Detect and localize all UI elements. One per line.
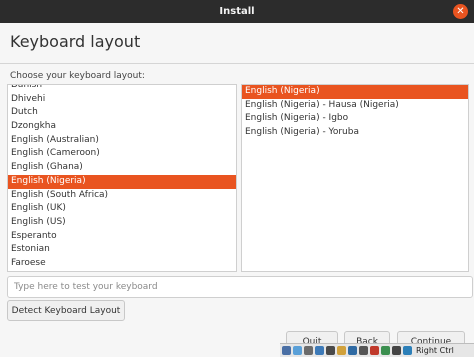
optical-drive-icon[interactable] — [293, 346, 302, 355]
list-item[interactable]: Estonian — [8, 243, 236, 257]
list-item[interactable]: English (South Africa) — [8, 189, 236, 203]
keyboard-variant-items: English (Nigeria) English (Nigeria) - Hau… — [242, 85, 468, 140]
mouse-integration-icon[interactable] — [392, 346, 401, 355]
network-icon[interactable] — [315, 346, 324, 355]
list-item[interactable]: English (Nigeria) — [242, 85, 468, 99]
detect-keyboard-layout-button[interactable]: Detect Keyboard Layout — [7, 300, 125, 321]
audio-icon[interactable] — [304, 346, 313, 355]
cpu-icon[interactable] — [381, 346, 390, 355]
list-item[interactable]: Esperanto — [8, 230, 236, 244]
layout-prompt-label: Choose your keyboard layout: — [10, 71, 145, 81]
window-titlebar: Install ✕ — [0, 0, 474, 23]
list-item[interactable]: English (Nigeria) - Yoruba — [242, 126, 468, 140]
list-item[interactable]: English (Nigeria) - Hausa (Nigeria) — [242, 99, 468, 113]
host-key-label: Right Ctrl — [416, 346, 454, 355]
header-divider — [0, 63, 474, 64]
list-item[interactable]: English (US) — [8, 216, 236, 230]
vm-status-bar: Right Ctrl — [280, 343, 474, 357]
list-item[interactable]: English (Cameroon) — [8, 147, 236, 161]
hard-disk-icon[interactable] — [282, 346, 291, 355]
keyboard-layout-list[interactable]: Danish Dhivehi Dutch Dzongkha English (Austr… — [7, 84, 237, 272]
list-item[interactable]: English (Nigeria) - Igbo — [242, 112, 468, 126]
recording-icon[interactable] — [370, 346, 379, 355]
usb-icon[interactable] — [326, 346, 335, 355]
close-icon[interactable]: ✕ — [453, 4, 468, 19]
list-item[interactable]: English (UK) — [8, 202, 236, 216]
list-item[interactable]: Danish — [8, 85, 236, 93]
shared-folder-icon[interactable] — [337, 346, 346, 355]
window-title: Install — [219, 6, 255, 17]
list-item[interactable]: Dzongkha — [8, 120, 236, 134]
display-icon[interactable] — [348, 346, 357, 355]
list-item[interactable]: English (Australian) — [8, 134, 236, 148]
keyboard-test-input[interactable] — [7, 276, 473, 298]
keyboard-variant-list[interactable]: English (Nigeria) English (Nigeria) - Hau… — [241, 84, 469, 272]
vm-status-icons — [282, 346, 414, 355]
list-item[interactable]: Dutch — [8, 106, 236, 120]
list-item[interactable]: English (Ghana) — [8, 161, 236, 175]
page-title: Keyboard layout — [10, 32, 141, 51]
list-item[interactable]: English (Nigeria) — [8, 174, 236, 189]
keyboard-layout-items: Danish Dhivehi Dutch Dzongkha English (Austr… — [8, 85, 236, 271]
keyboard-capture-icon[interactable] — [403, 346, 412, 355]
list-item[interactable]: Faroese — [8, 257, 236, 271]
video-capture-icon[interactable] — [359, 346, 368, 355]
list-item[interactable]: Dhivehi — [8, 93, 236, 107]
